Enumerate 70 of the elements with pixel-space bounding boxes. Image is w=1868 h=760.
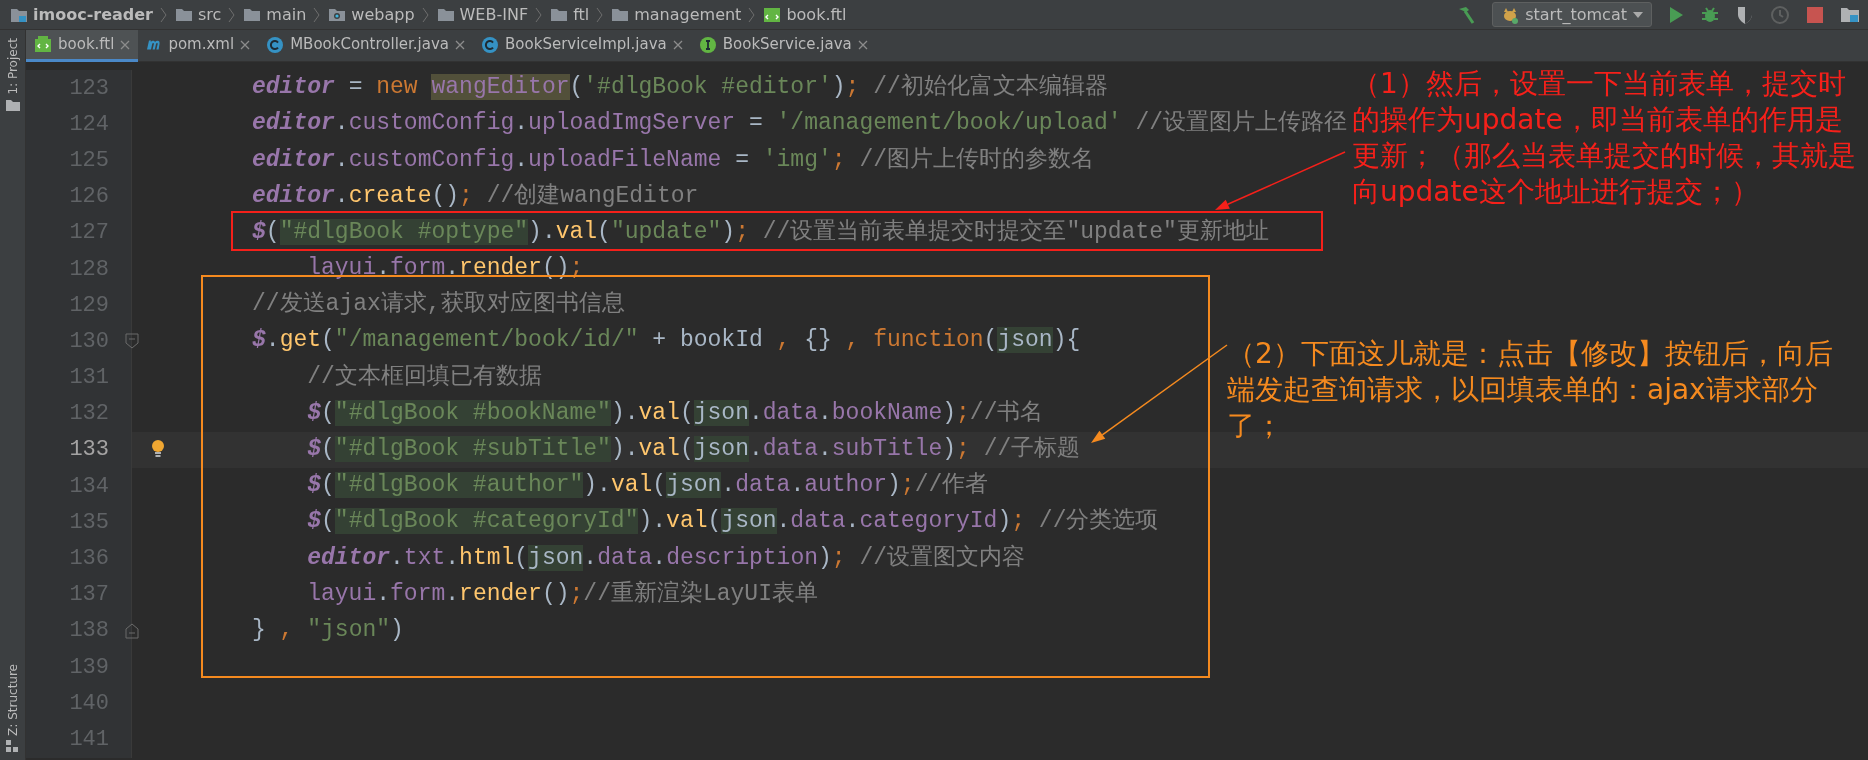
- code-line: editor.txt.html(json.data.description); //设置图文内容: [306, 543, 1026, 573]
- code-line: $("#dlgBook #categoryId").val(json.data.categoryId); //分类选项: [306, 507, 1159, 537]
- module-folder-icon: [10, 6, 28, 23]
- code-line: $("#dlgBook #subTitle").val(json.data.subTitle); //子标题: [306, 435, 1081, 465]
- chevron-icon: [748, 6, 757, 23]
- chevron-icon: [228, 6, 237, 23]
- folder-icon: [436, 7, 455, 22]
- code-line: editor.customConfig.uploadImgServer = '/management/book/upload' //设置图片上传路径: [252, 109, 1348, 139]
- code-line: //发送ajax请求,获取对应图书信息: [252, 290, 625, 320]
- file-tab[interactable]: BookServiceImpl.java: [473, 30, 691, 62]
- folder-icon: [611, 7, 630, 22]
- lightbulb-icon[interactable]: [151, 438, 165, 459]
- chevron-icon: [160, 6, 168, 23]
- code-line: $("#dlgBook #optype").val("update"); //设置当前表单提交时提交至"update"更新地址: [252, 217, 1269, 247]
- code-line: editor = new wangEditor('#dlgBook #editor'); //初始化富文本编辑器: [252, 73, 1108, 103]
- chevron-icon: [313, 6, 322, 23]
- code-line: layui.form.render();//重新渲染LayUI表单: [306, 579, 818, 609]
- file-tab[interactable]: book.ftl: [26, 30, 139, 62]
- fold-icon[interactable]: [125, 622, 139, 639]
- close-icon[interactable]: [120, 39, 131, 50]
- annotation-note: （1）然后，设置一下当前表单，提交时的操作为update，即当前表单的作用是更新；（那么当表单提交的时候，其就是向update这个地址进行提交；）: [1352, 66, 1857, 210]
- chevron-icon: [596, 6, 605, 23]
- chevron-icon: [421, 6, 430, 23]
- stop-icon[interactable]: [1806, 5, 1824, 24]
- line-number: 133: [69, 436, 109, 465]
- clock-icon[interactable]: [1770, 4, 1790, 25]
- code-line: $.get("/management/book/id/" + bookId , {} , function(json){: [252, 326, 1081, 356]
- caret-icon: [1633, 11, 1643, 18]
- folder-icon: [175, 7, 193, 22]
- folder-icon: [243, 7, 262, 22]
- file-tab[interactable]: pom.xml: [138, 30, 259, 62]
- folder-icon: [550, 7, 569, 22]
- code-line: $("#dlgBook #bookName").val(json.data.bookName);//书名: [306, 398, 1044, 428]
- breadcrumb-item[interactable]: main: [266, 2, 307, 27]
- breadcrumb-item[interactable]: WEB-INF: [459, 2, 529, 27]
- breadcrumb-item[interactable]: imooc-reader: [33, 2, 153, 27]
- close-icon[interactable]: [455, 39, 466, 50]
- interface-icon: [698, 35, 717, 54]
- file-icon: [763, 6, 782, 23]
- chevron-icon: [535, 6, 544, 23]
- template-file-icon: [34, 35, 52, 54]
- folder-icon: [328, 7, 347, 22]
- maven-icon: [146, 39, 163, 50]
- folder-icon: [5, 98, 20, 111]
- close-icon[interactable]: [240, 39, 251, 50]
- run-config-dropdown[interactable]: start_tomcat: [1492, 2, 1652, 27]
- run-icon[interactable]: [1668, 5, 1684, 24]
- code-line: editor.customConfig.uploadFileName = 'img'; //图片上传时的参数名: [252, 145, 1094, 175]
- breadcrumb-item[interactable]: webapp: [351, 2, 415, 27]
- breadcrumb-item[interactable]: management: [634, 2, 742, 27]
- folder-grid-icon[interactable]: [1840, 5, 1860, 24]
- code-line: } , "json"): [252, 615, 404, 645]
- code-line: editor.create(); //创建wangEditor: [252, 181, 699, 211]
- structure-icon: [5, 740, 20, 752]
- tool-window-tab[interactable]: Z: Structure: [3, 664, 22, 736]
- close-icon[interactable]: [672, 39, 683, 50]
- close-icon[interactable]: [857, 39, 868, 50]
- class-icon: [266, 35, 285, 54]
- breadcrumb-item[interactable]: ftl: [573, 2, 590, 27]
- file-tab[interactable]: BookService.java: [690, 30, 876, 62]
- code-line: $("#dlgBook #author").val(json.data.author);//作者: [306, 471, 989, 501]
- code-line: //文本框回填已有数据: [306, 362, 542, 392]
- annotation-note: （2）下面这儿就是：点击【修改】按钮后，向后端发起查询请求，以回填表单的：ajax请求部分了；: [1227, 336, 1834, 444]
- breadcrumb-item[interactable]: src: [198, 2, 222, 27]
- shield-icon[interactable]: [1736, 4, 1754, 25]
- class-icon: [481, 35, 500, 54]
- tool-window-tab[interactable]: 1: Project: [3, 38, 22, 95]
- breadcrumb-item[interactable]: book.ftl: [786, 2, 847, 27]
- fold-icon[interactable]: [125, 333, 139, 350]
- file-tab[interactable]: MBookController.java: [258, 30, 474, 62]
